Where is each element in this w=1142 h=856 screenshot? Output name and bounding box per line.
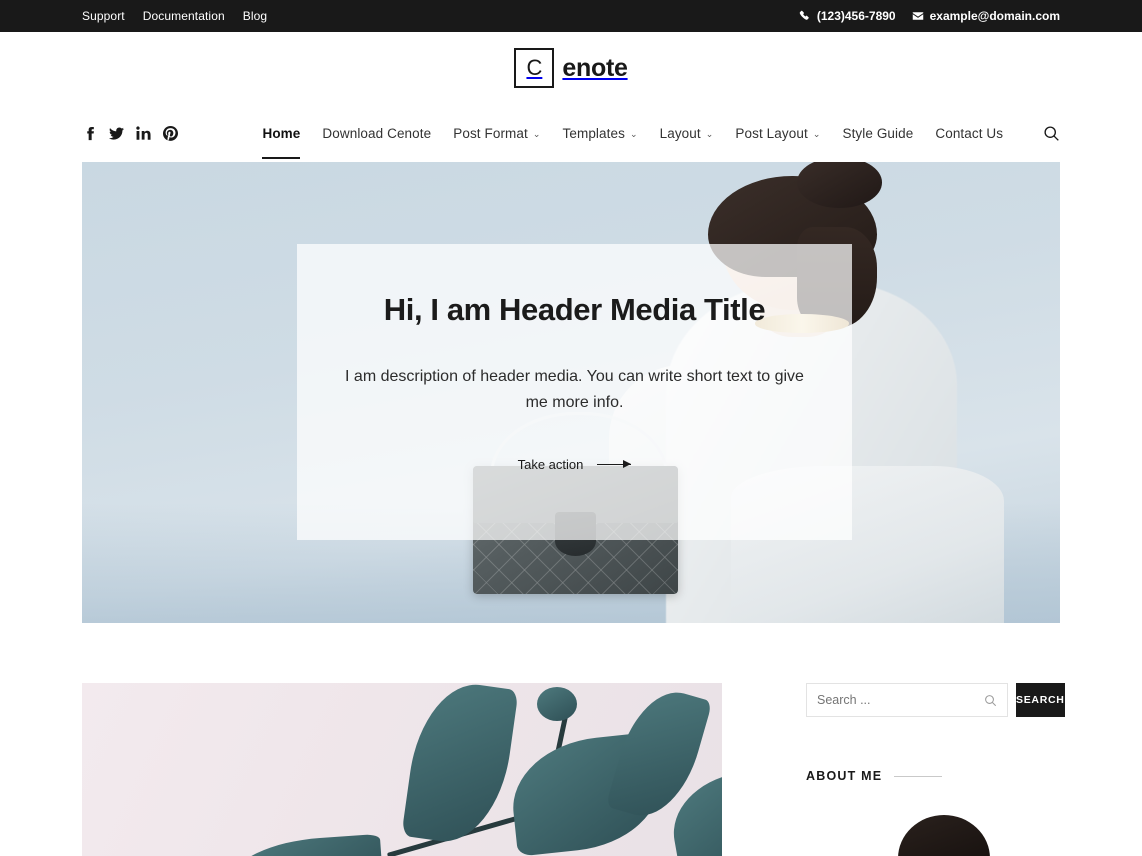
topbar-phone-text: (123)456-7890 — [816, 9, 896, 23]
nav-search-toggle[interactable] — [1014, 125, 1060, 142]
model-hair-bun — [797, 162, 882, 209]
pinterest-icon[interactable] — [163, 125, 178, 141]
search-input-wrapper[interactable] — [806, 683, 1008, 717]
twitter-icon[interactable] — [109, 126, 124, 141]
facebook-icon[interactable] — [82, 126, 97, 141]
chevron-down-icon: ⌄ — [705, 128, 714, 139]
top-bar-contact: (123)456-7890 example@domain.com — [799, 9, 1060, 23]
nav-label: Templates — [562, 125, 625, 141]
sidebar-search-widget: SEARCH — [806, 683, 1065, 717]
topbar-email-text: example@domain.com — [929, 9, 1060, 23]
chevron-down-icon: ⌄ — [532, 128, 541, 139]
nav-label: Style Guide — [842, 125, 914, 141]
logo-text: enote — [562, 53, 628, 82]
search-input[interactable] — [817, 693, 978, 707]
about-me-portrait-hair — [898, 815, 991, 856]
top-bar: Support Documentation Blog (123)456-7890… — [0, 0, 1142, 32]
hero-cta-button[interactable]: Take action — [518, 457, 632, 472]
hero-text-overlay: Hi, I am Header Media Title I am descrip… — [297, 244, 852, 540]
logo-mark: C — [514, 48, 555, 88]
site-header: C enote — [0, 32, 1142, 104]
primary-menu: Home Download Cenote Post Format ⌄ Templ… — [251, 122, 1014, 159]
chevron-down-icon: ⌄ — [812, 128, 821, 139]
hero-description: I am description of header media. You ca… — [345, 368, 804, 412]
header-media-hero: Hi, I am Header Media Title I am descrip… — [82, 162, 1060, 623]
main-navigation-bar: Home Download Cenote Post Format ⌄ Templ… — [0, 104, 1142, 162]
nav-item-home[interactable]: Home — [251, 122, 311, 159]
topbar-link-documentation[interactable]: Documentation — [143, 9, 225, 23]
search-icon — [1044, 125, 1059, 141]
content-area: SEARCH ABOUT ME — [0, 623, 1142, 856]
nav-item-templates[interactable]: Templates ⌄ — [552, 122, 649, 145]
nav-label: Layout — [659, 125, 701, 141]
topbar-phone[interactable]: (123)456-7890 — [799, 9, 896, 23]
arrow-right-icon — [597, 460, 632, 467]
nav-item-layout[interactable]: Layout ⌄ — [649, 122, 725, 145]
topbar-link-support[interactable]: Support — [82, 9, 125, 23]
about-me-widget: ABOUT ME — [806, 769, 1062, 856]
post-featured-image[interactable] — [82, 683, 722, 856]
nav-item-contact-us[interactable]: Contact Us — [924, 122, 1014, 145]
nav-item-download-cenote[interactable]: Download Cenote — [311, 122, 442, 145]
nav-item-post-format[interactable]: Post Format ⌄ — [442, 122, 551, 145]
social-links — [82, 125, 251, 141]
nav-label: Home — [262, 125, 301, 141]
plant-leaf — [230, 833, 384, 856]
post-list-column — [82, 683, 722, 856]
hero-title: Hi, I am Header Media Title — [383, 292, 766, 327]
widget-title-rule — [894, 775, 943, 777]
plant-bud — [537, 687, 577, 721]
top-bar-links: Support Documentation Blog — [82, 9, 267, 23]
nav-label: Post Format — [453, 125, 528, 141]
linkedin-icon[interactable] — [136, 125, 151, 141]
phone-icon — [799, 10, 811, 22]
nav-item-style-guide[interactable]: Style Guide — [831, 122, 924, 145]
topbar-link-blog[interactable]: Blog — [243, 9, 267, 23]
envelope-icon — [912, 10, 924, 22]
nav-label: Download Cenote — [322, 125, 432, 141]
nav-item-post-layout[interactable]: Post Layout ⌄ — [724, 122, 831, 145]
chevron-down-icon: ⌄ — [629, 128, 638, 139]
nav-label: Contact Us — [935, 125, 1004, 141]
topbar-email[interactable]: example@domain.com — [912, 9, 1060, 23]
search-icon — [985, 694, 997, 706]
widget-title-text: ABOUT ME — [806, 769, 883, 783]
sidebar: SEARCH ABOUT ME — [806, 683, 1065, 856]
widget-title-about-me: ABOUT ME — [806, 769, 1062, 783]
hero-cta-label: Take action — [517, 456, 584, 472]
nav-label: Post Layout — [735, 125, 808, 141]
about-me-image — [806, 805, 1062, 856]
search-submit-button[interactable]: SEARCH — [1016, 683, 1065, 717]
site-logo[interactable]: C enote — [514, 48, 628, 88]
